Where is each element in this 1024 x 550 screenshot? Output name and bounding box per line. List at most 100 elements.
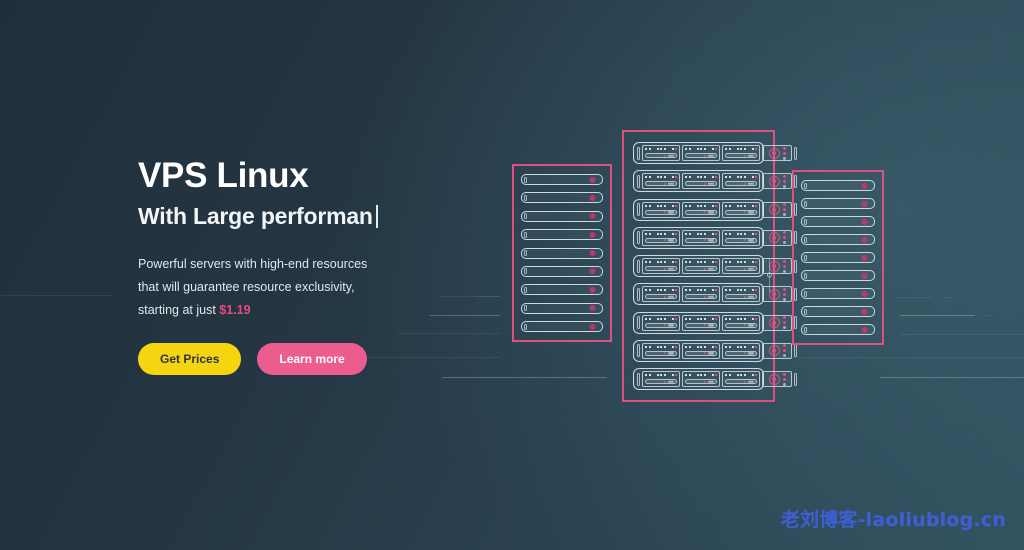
module-indicator-dots	[725, 374, 757, 376]
server-unit	[633, 311, 797, 334]
module-indicator-dots	[725, 204, 757, 207]
power-circle-icon	[768, 147, 780, 159]
drive-slot	[645, 322, 677, 328]
server-module	[642, 286, 680, 303]
drive-slot	[645, 181, 677, 187]
module-indicator-dots	[645, 345, 677, 348]
drive-led-icon	[664, 182, 666, 185]
drive-slot	[685, 294, 717, 300]
server-module	[642, 342, 680, 359]
drive-led-icon	[744, 239, 746, 242]
power-panel	[762, 145, 792, 161]
drive-led-icon	[744, 267, 746, 270]
drive-slot	[725, 350, 757, 356]
server-module	[682, 258, 720, 274]
server-unit	[801, 306, 875, 317]
hero-description-line-3: starting at just	[138, 303, 220, 317]
server-module	[642, 145, 680, 161]
drive-led-icon	[704, 380, 706, 383]
module-indicator-dots	[725, 176, 757, 179]
drive-led-icon	[704, 295, 706, 298]
decor-line	[900, 315, 975, 316]
server-module	[642, 258, 680, 274]
panel-led-stack	[782, 146, 786, 160]
decor-line	[442, 377, 607, 378]
drive-led-icon	[704, 211, 706, 213]
power-circle-icon	[768, 260, 780, 272]
drive-slot	[685, 237, 717, 243]
drive-slot	[725, 181, 757, 187]
panel-led-stack	[782, 316, 786, 329]
status-led-icon	[590, 287, 595, 293]
server-unit	[801, 216, 875, 227]
rack-handle-icon	[637, 316, 640, 329]
status-led-icon	[590, 213, 595, 219]
drive-led-icon	[664, 154, 666, 157]
drive-led-icon	[744, 211, 746, 213]
decor-line	[942, 297, 952, 298]
drive-slot	[645, 153, 677, 158]
decor-line	[780, 357, 1024, 358]
status-led-icon	[862, 309, 867, 314]
server-module	[682, 229, 720, 246]
hero-description: Powerful servers with high-end resources…	[138, 253, 468, 322]
drive-led-icon	[704, 239, 706, 242]
power-circle-icon	[768, 373, 780, 385]
module-indicator-dots	[645, 232, 677, 235]
server-module	[642, 371, 680, 387]
rack-handle-icon	[637, 372, 640, 386]
module-indicator-dots	[725, 317, 757, 320]
drive-led-icon	[664, 324, 666, 326]
drive-slot	[645, 209, 677, 215]
drive-led-icon	[704, 352, 706, 355]
decor-line	[398, 333, 500, 334]
module-indicator-dots	[685, 317, 717, 320]
power-panel	[762, 258, 792, 274]
server-module	[722, 201, 760, 218]
get-prices-button[interactable]: Get Prices	[138, 343, 242, 375]
server-unit	[521, 247, 603, 259]
right-server-rack	[792, 170, 884, 345]
drive-slot	[645, 266, 677, 271]
hero-text-block: VPS Linux With Large performan Powerful …	[138, 156, 468, 322]
module-indicator-dots	[725, 232, 757, 235]
status-led-icon	[862, 291, 867, 296]
drive-slot	[685, 379, 717, 384]
decor-line	[900, 334, 1024, 335]
drive-led-icon	[704, 267, 706, 270]
power-panel	[762, 371, 792, 387]
server-module	[722, 145, 760, 161]
server-module	[722, 229, 760, 246]
status-led-icon	[862, 201, 867, 206]
server-unit	[521, 265, 603, 277]
rack-handle-icon	[794, 146, 797, 160]
drive-slot	[645, 379, 677, 384]
module-indicator-dots	[685, 176, 717, 179]
module-indicator-dots	[685, 232, 717, 235]
drive-led-icon	[664, 380, 666, 383]
module-indicator-dots	[645, 317, 677, 320]
drive-slot	[645, 350, 677, 356]
server-unit	[521, 192, 603, 204]
status-led-icon	[590, 232, 595, 238]
panel-led-stack	[782, 372, 786, 386]
drive-slot	[725, 266, 757, 271]
power-circle-icon	[768, 175, 780, 187]
panel-led-stack	[782, 231, 786, 245]
module-indicator-dots	[645, 261, 677, 263]
module-indicator-dots	[685, 289, 717, 292]
module-indicator-dots	[645, 204, 677, 207]
power-panel	[762, 173, 792, 190]
module-indicator-dots	[725, 289, 757, 292]
drive-slot	[725, 153, 757, 158]
learn-more-button[interactable]: Learn more	[257, 343, 367, 375]
rack-side-marker-icon	[769, 258, 770, 292]
server-module	[682, 314, 720, 331]
page-title: VPS Linux	[138, 156, 309, 195]
server-unit	[801, 324, 875, 335]
server-module	[682, 201, 720, 218]
server-unit	[801, 180, 875, 191]
server-unit	[521, 321, 603, 332]
drive-slot	[725, 322, 757, 328]
drive-slot	[685, 209, 717, 215]
